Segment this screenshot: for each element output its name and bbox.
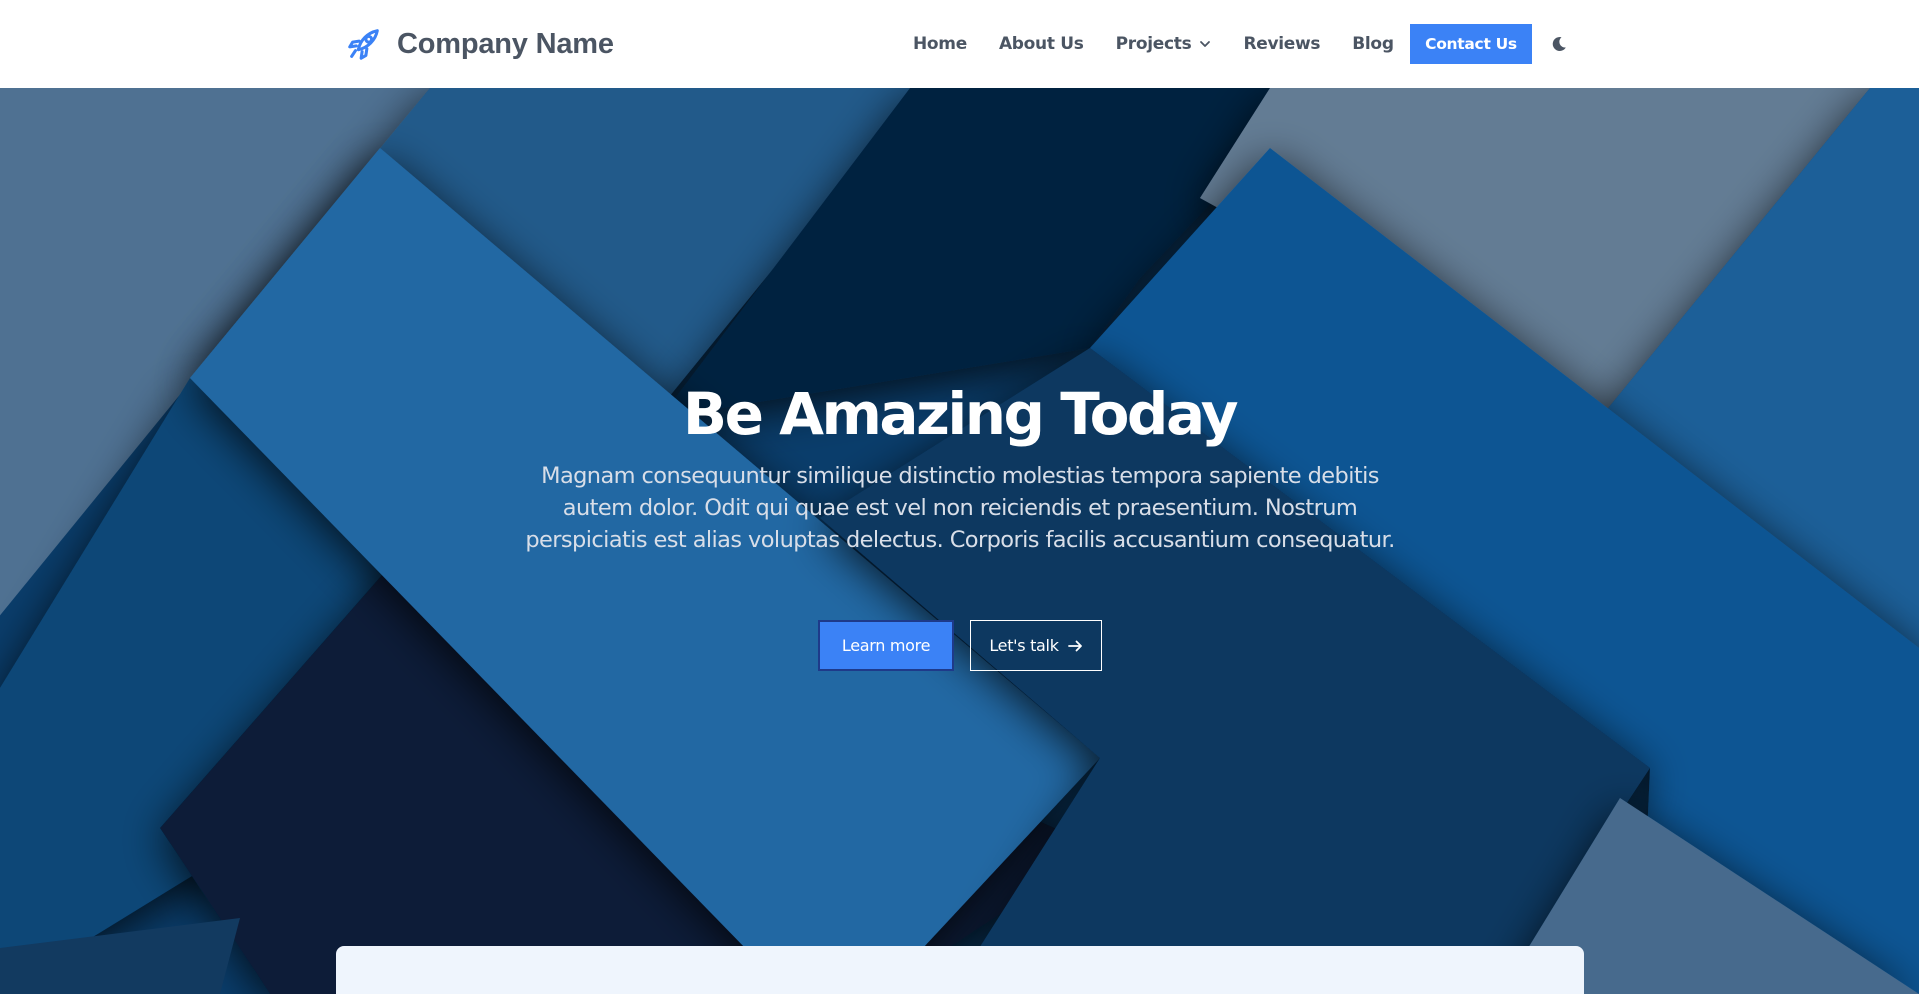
lets-talk-label: Let's talk xyxy=(989,636,1059,655)
moon-icon[interactable] xyxy=(1549,34,1569,54)
nav-item-label: Reviews xyxy=(1243,34,1321,54)
nav-item-blog[interactable]: Blog xyxy=(1352,34,1394,54)
nav-item-label: About Us xyxy=(998,34,1084,54)
nav-item-projects[interactable]: Projects xyxy=(1116,34,1212,54)
nav-item-about-us[interactable]: About Us xyxy=(999,34,1084,54)
hero-section: Be Amazing Today Magnam consequuntur sim… xyxy=(0,88,1919,994)
content-card xyxy=(336,946,1584,994)
arrow-right-icon xyxy=(1067,640,1082,651)
brand-logo-link[interactable]: Company Name xyxy=(345,22,614,66)
site-header: Company Name Home About Us Projects Revi… xyxy=(0,0,1919,88)
nav-item-label: Blog xyxy=(1352,34,1394,54)
nav-item-reviews[interactable]: Reviews xyxy=(1243,34,1320,54)
nav-item-home[interactable]: Home xyxy=(913,34,967,54)
main-nav: Home About Us Projects Reviews Blog xyxy=(913,23,1426,65)
contact-us-button[interactable]: Contact Us xyxy=(1410,24,1532,64)
learn-more-button[interactable]: Learn more xyxy=(818,620,954,671)
nav-item-label: Home xyxy=(913,34,967,54)
rocket-icon xyxy=(348,29,379,60)
brand-name: Company Name xyxy=(397,27,614,60)
chevron-down-icon xyxy=(1200,41,1211,47)
hero-title: Be Amazing Today xyxy=(682,380,1239,448)
hero-description: Magnam consequuntur similique distinctio… xyxy=(525,463,1395,553)
lets-talk-button[interactable]: Let's talk xyxy=(970,620,1102,671)
nav-item-label: Projects xyxy=(1115,34,1192,54)
